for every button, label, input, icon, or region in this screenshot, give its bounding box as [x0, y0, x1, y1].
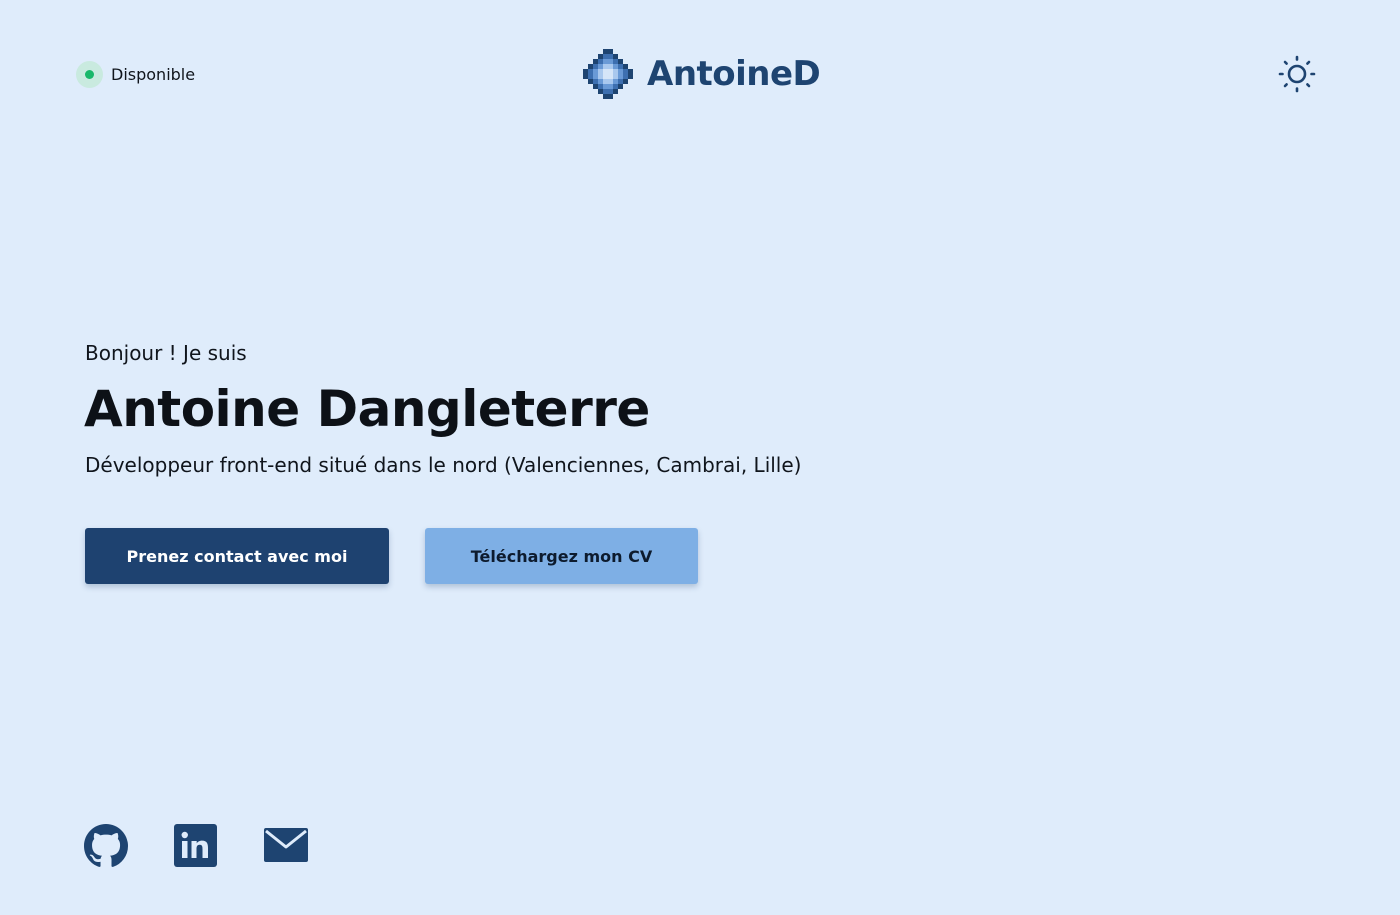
email-link[interactable] [263, 824, 309, 866]
site-logo[interactable]: AntoineD [583, 49, 821, 99]
download-cv-button[interactable]: Téléchargez mon CV [425, 528, 698, 584]
status-dot-icon [85, 69, 94, 79]
hero-name: Antoine Dangleterre [84, 380, 650, 438]
github-icon [84, 824, 128, 867]
hero-subtitle: Développeur front-end situé dans le nord… [85, 453, 802, 477]
availability-status: Disponible [76, 60, 195, 88]
pixel-diamond-logo-icon [583, 49, 633, 99]
theme-toggle-button[interactable] [1278, 55, 1316, 93]
mail-icon [264, 828, 308, 862]
status-label: Disponible [111, 64, 196, 84]
linkedin-link[interactable] [174, 824, 217, 867]
status-indicator [76, 60, 103, 88]
page: Disponible AntoineD Bonjour ! Je suis An… [0, 0, 1400, 915]
hero-greeting: Bonjour ! Je suis [85, 341, 247, 365]
sun-icon [1278, 55, 1316, 93]
contact-button[interactable]: Prenez contact avec moi [85, 528, 389, 584]
linkedin-icon [174, 824, 217, 867]
logo-text: AntoineD [647, 54, 821, 94]
github-link[interactable] [84, 824, 128, 868]
